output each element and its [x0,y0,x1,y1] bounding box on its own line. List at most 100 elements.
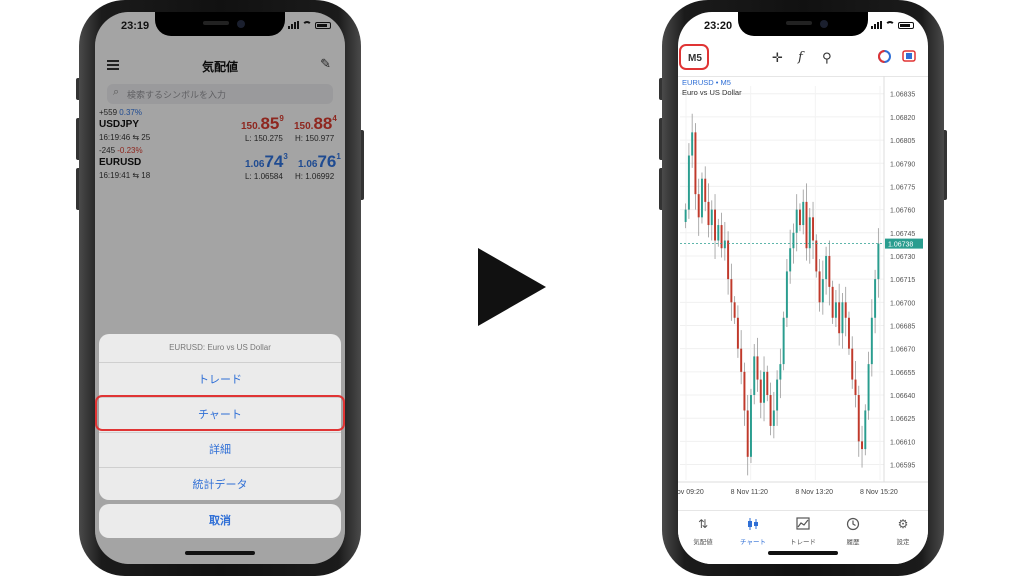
candle-body [789,248,792,272]
crosshair-icon[interactable]: ✛ [772,50,783,66]
candle-body [877,243,880,280]
candle-body [782,317,785,365]
objects-icon[interactable]: ⚲ [822,50,832,66]
candle-body [857,395,860,442]
candle-body [769,395,772,426]
candle-body [740,348,743,372]
x-tick-label: 8 Nov 11:20 [731,489,768,496]
candle-body [697,194,700,218]
tab-chart[interactable]: チャート [728,517,778,546]
y-tick-label: 1.06730 [890,254,915,261]
candles-icon [728,517,778,533]
y-tick-label: 1.06835 [890,92,915,99]
candle-body [792,232,795,249]
tab-quotes[interactable]: ⇅ 気配値 [678,517,728,546]
y-tick-label: 1.06700 [890,300,915,307]
candle-body [805,201,808,249]
candle-body [828,255,831,287]
candle-body [812,217,815,241]
y-tick-label: 1.06595 [890,463,915,470]
action-statistics[interactable]: 統計データ [99,468,341,500]
candle-body [854,379,857,396]
candle-body [802,201,805,226]
candle-body [798,209,801,226]
candle-body [766,371,769,396]
candle-body [727,240,730,280]
signal-icon [871,21,882,29]
candle-body [687,155,690,210]
right-phone: 23:20 M5 ✛ f ⚲ 1.06835 1.06820 1.06805 1.06… [659,0,947,576]
status-time: 23:20 [704,20,733,32]
y-tick-label: 1.06805 [890,138,915,145]
candle-body [684,209,687,222]
candle-body [743,371,746,411]
candle-body [776,379,779,411]
signal-icon [288,21,299,29]
battery-icon [315,21,331,29]
candle-body [867,364,870,411]
color-scheme-icon[interactable] [878,50,891,66]
y-tick-label: 1.06640 [890,393,915,400]
candle-body [746,410,749,457]
candle-body [838,302,841,334]
candle-body [759,379,762,403]
action-details[interactable]: 詳細 [99,433,341,468]
candle-body [874,279,877,318]
candle-body [714,209,717,241]
candle-body [723,240,726,249]
candle-body [870,317,873,365]
y-tick-label: 1.06625 [890,416,915,423]
right-screen: 23:20 M5 ✛ f ⚲ 1.06835 1.06820 1.06805 1.06… [678,12,928,564]
candle-body [844,302,847,318]
y-tick-label: 1.06790 [890,161,915,168]
candle-body [779,364,782,380]
candle-body [821,279,824,303]
arrows-updown-icon: ⇅ [697,517,709,531]
chart-symbol-label: EURUSD • M5 [682,78,731,87]
wifi-icon [302,21,312,29]
status-time: 23:19 [121,20,150,32]
y-tick-label: 1.06745 [890,231,915,238]
home-indicator [768,551,838,555]
indicators-icon[interactable]: f [798,50,803,65]
candle-body [785,271,788,318]
candle-body [795,209,798,233]
candlestick-chart[interactable]: 1.06835 1.06820 1.06805 1.06790 1.06775 1.067… [678,76,928,510]
candle-body [763,371,766,403]
candle-body [864,410,867,450]
wifi-icon [885,21,895,29]
action-trade[interactable]: トレード [99,363,341,398]
chart-toolbar: M5 ✛ f ⚲ [678,38,928,77]
candle-body [733,302,736,318]
candle-body [736,317,739,349]
candle-body [815,240,818,272]
candle-body [841,302,844,334]
y-tick-label: 1.06610 [890,439,915,446]
gear-icon: ⚙ [897,517,909,531]
trade-icon[interactable] [902,50,916,65]
tab-settings[interactable]: ⚙ 設定 [878,517,928,546]
chart-highlight-box [95,395,345,431]
candle-body [749,395,752,457]
left-phone: 23:19 気配値 ✎ ⌕ 検索するシンボルを入力 +559 0.37% USD… [76,0,364,576]
tab-history[interactable]: 履歴 [828,517,878,546]
candle-body [720,225,723,249]
price-chart[interactable]: 1.06835 1.06820 1.06805 1.06790 1.06775 1.067… [678,76,928,510]
x-tick-label: 8 Nov 09:20 [678,489,704,496]
current-price-label: 1.06738 [888,242,913,249]
home-indicator [185,551,255,555]
candle-body [694,132,697,195]
y-tick-label: 1.06760 [890,208,915,215]
x-tick-label: 8 Nov 13:20 [795,489,833,496]
tab-trade[interactable]: トレード [778,517,828,546]
candle-body [730,279,733,303]
cancel-button[interactable]: 取消 [99,504,341,538]
action-sheet-title: EURUSD: Euro vs US Dollar [99,334,341,363]
candle-body [825,255,828,280]
transition-arrow [478,248,546,326]
notch [738,12,868,36]
left-screen: 23:19 気配値 ✎ ⌕ 検索するシンボルを入力 +559 0.37% USD… [95,12,345,564]
y-tick-label: 1.06775 [890,184,915,191]
candle-body [753,356,756,396]
candle-body [691,132,694,156]
